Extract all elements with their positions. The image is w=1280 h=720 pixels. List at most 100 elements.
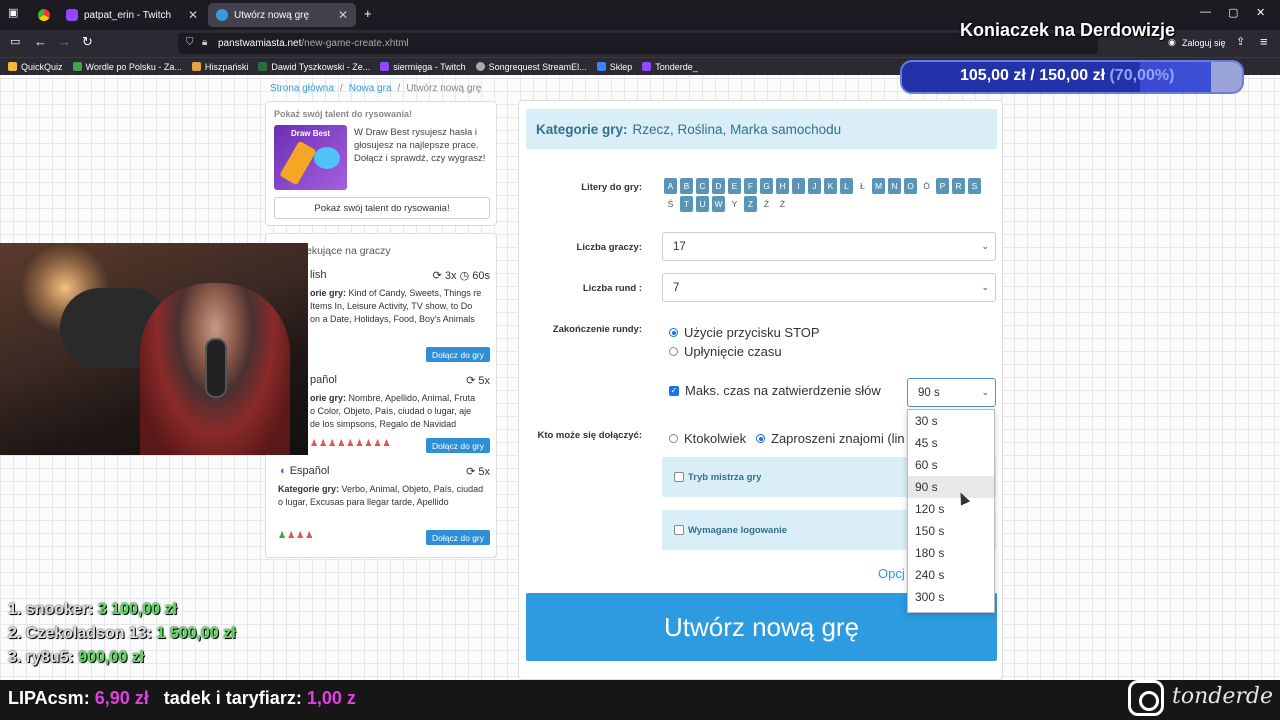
letter-toggle[interactable]: U <box>696 196 709 212</box>
rounds-select[interactable]: 7 ⌄ <box>662 273 996 302</box>
globe-icon: ◐ <box>280 465 287 477</box>
letter-toggle[interactable]: Ł <box>856 178 869 194</box>
end-stop-radio[interactable]: Użycie przycisku STOP <box>669 325 820 340</box>
game-categories: Kategorie gry: Verbo, Animal, Objeto, Pa… <box>278 484 484 507</box>
max-time-select[interactable]: 90 s ⌄ <box>907 378 996 407</box>
maximize-icon[interactable]: ▢ <box>1228 6 1238 19</box>
back-icon[interactable]: ← <box>34 34 47 49</box>
chrome-icon[interactable] <box>38 9 50 21</box>
game-language: pañol <box>310 374 337 386</box>
dropdown-option[interactable]: 60 s <box>908 454 994 476</box>
letter-toggle[interactable]: O <box>904 178 917 194</box>
promo-title: Pokaż swój talent do rysowania! <box>274 109 413 119</box>
bookmark[interactable]: QuickQuiz <box>8 62 63 72</box>
leaderboard-entry: 3. ry8u5: 900,00 zł <box>8 649 145 666</box>
letter-toggle[interactable]: G <box>760 178 773 194</box>
extensions-icon[interactable]: ⇪ <box>1236 35 1245 48</box>
dropdown-option[interactable]: 150 s <box>908 520 994 542</box>
max-time-checkbox[interactable]: ✓ Maks. czas na zatwierdzenie słów <box>669 383 881 398</box>
bookmark[interactable]: Dawid Tyszkowski - Ze... <box>258 62 370 72</box>
round-end-label: Zakończenie rundy: <box>552 324 642 335</box>
game-meta: ⟳ 3x ◷ 60s <box>432 270 490 282</box>
letter-toggle[interactable]: Ó <box>920 178 933 194</box>
goal-target: 150,00 zł <box>1039 67 1106 84</box>
options-link[interactable]: Opcj <box>878 566 905 581</box>
join-invited-radio[interactable]: Zaproszeni znajomi (lin <box>756 431 906 446</box>
dropdown-option[interactable]: 300 s <box>908 586 994 608</box>
letter-toggle[interactable]: Ś <box>664 196 677 212</box>
dropdown-option[interactable]: 90 s <box>908 476 994 498</box>
letter-toggle[interactable]: L <box>840 178 853 194</box>
minimize-icon[interactable]: — <box>1200 6 1211 18</box>
letter-toggle[interactable]: E <box>728 178 741 194</box>
breadcrumb-new-game-link[interactable]: Nowa gra <box>349 83 392 94</box>
join-anyone-radio[interactable]: Ktokolwiek <box>669 431 746 446</box>
letter-toggle[interactable]: M <box>872 178 885 194</box>
letter-toggle[interactable]: R <box>952 178 965 194</box>
categories-value: Rzecz, Roślina, Marka samochodu <box>632 121 842 137</box>
player-pawns: ♟♟♟♟ <box>278 530 315 540</box>
dropdown-option[interactable]: 120 s <box>908 498 994 520</box>
letter-toggle[interactable]: B <box>680 178 693 194</box>
letter-toggle[interactable]: I <box>792 178 805 194</box>
dropdown-option[interactable]: 45 s <box>908 432 994 454</box>
letter-toggle[interactable]: H <box>776 178 789 194</box>
menu-icon[interactable]: ≡ <box>1260 34 1268 49</box>
letter-toggle[interactable]: W <box>712 196 725 212</box>
letter-toggle[interactable]: J <box>808 178 821 194</box>
game-language: ◐ Español <box>280 465 330 477</box>
close-tab-icon[interactable]: ✕ <box>188 8 198 22</box>
reload-icon[interactable]: ↻ <box>82 34 93 50</box>
tab-twitch[interactable]: patpat_erin - Twitch ✕ <box>58 3 206 27</box>
bookmark[interactable]: Songrequest StreamEl... <box>475 62 587 72</box>
letter-toggle[interactable]: N <box>888 178 901 194</box>
letter-toggle[interactable]: Y <box>728 196 741 212</box>
rounds-icon: ⟳ <box>432 270 442 282</box>
sidebar-icon[interactable]: ▭ <box>10 35 20 48</box>
tab-create-game[interactable]: Utwórz nową grę ✕ <box>208 3 356 27</box>
close-tab-icon[interactable]: ✕ <box>338 8 348 22</box>
forward-icon[interactable]: → <box>58 34 71 49</box>
letter-toggle[interactable]: F <box>744 178 757 194</box>
new-tab-icon[interactable]: + <box>364 6 372 21</box>
dropdown-option[interactable]: 180 s <box>908 542 994 564</box>
login-required-checkbox[interactable] <box>674 525 684 535</box>
microphone-icon <box>205 338 227 398</box>
players-select[interactable]: 17 ⌄ <box>662 232 996 261</box>
join-game-button[interactable]: Dołącz do gry <box>426 438 490 453</box>
bookmark[interactable]: Tonderde_ <box>642 62 698 72</box>
letter-toggle[interactable]: P <box>936 178 949 194</box>
letter-toggle[interactable]: Z <box>744 196 757 212</box>
letter-toggle[interactable]: C <box>696 178 709 194</box>
letter-toggle[interactable]: S <box>968 178 981 194</box>
end-time-radio[interactable]: Upłynięcie czasu <box>669 344 782 359</box>
bookmark[interactable]: Hiszpański <box>191 62 248 72</box>
tab-list-icon[interactable]: ▣ <box>8 6 18 19</box>
letter-toggle[interactable]: D <box>712 178 725 194</box>
letter-toggle[interactable]: T <box>680 196 693 212</box>
letter-toggle[interactable]: Ż <box>776 196 789 212</box>
dropdown-option[interactable]: 30 s <box>908 410 994 432</box>
gm-mode-checkbox[interactable] <box>674 472 684 482</box>
url-path: /new-game-create.xhtml <box>301 38 409 49</box>
bookmark[interactable]: Wordle po Polsku - Za... <box>72 62 182 72</box>
check-icon[interactable]: ✓ <box>669 385 679 396</box>
letter-toggle[interactable]: K <box>824 178 837 194</box>
shield-icon[interactable]: ⛉ <box>186 37 194 48</box>
draw-best-image[interactable]: Draw Best <box>274 125 347 190</box>
bookmark[interactable]: siermięga - Twitch <box>380 62 466 72</box>
promo-button[interactable]: Pokaż swój talent do rysowania! <box>274 197 490 219</box>
join-game-button[interactable]: Dołącz do gry <box>426 347 490 362</box>
letter-toggle[interactable]: Ź <box>760 196 773 212</box>
webcam-overlay <box>0 243 308 455</box>
join-game-button[interactable]: Dołącz do gry <box>426 530 490 545</box>
login-button[interactable]: Zaloguj się <box>1182 38 1226 48</box>
dropdown-option[interactable]: 240 s <box>908 564 994 586</box>
game-meta: ⟳ 5x <box>466 466 490 478</box>
close-window-icon[interactable]: ✕ <box>1256 6 1265 19</box>
breadcrumb-home-link[interactable]: Strona główna <box>270 83 334 94</box>
letter-toggle[interactable]: A <box>664 178 677 194</box>
bookmark[interactable]: Sklep <box>596 62 632 72</box>
rounds-label: Liczba rund : <box>582 283 642 294</box>
game-categories: orie gry: Kind of Candy, Sweets, Things … <box>310 288 482 324</box>
